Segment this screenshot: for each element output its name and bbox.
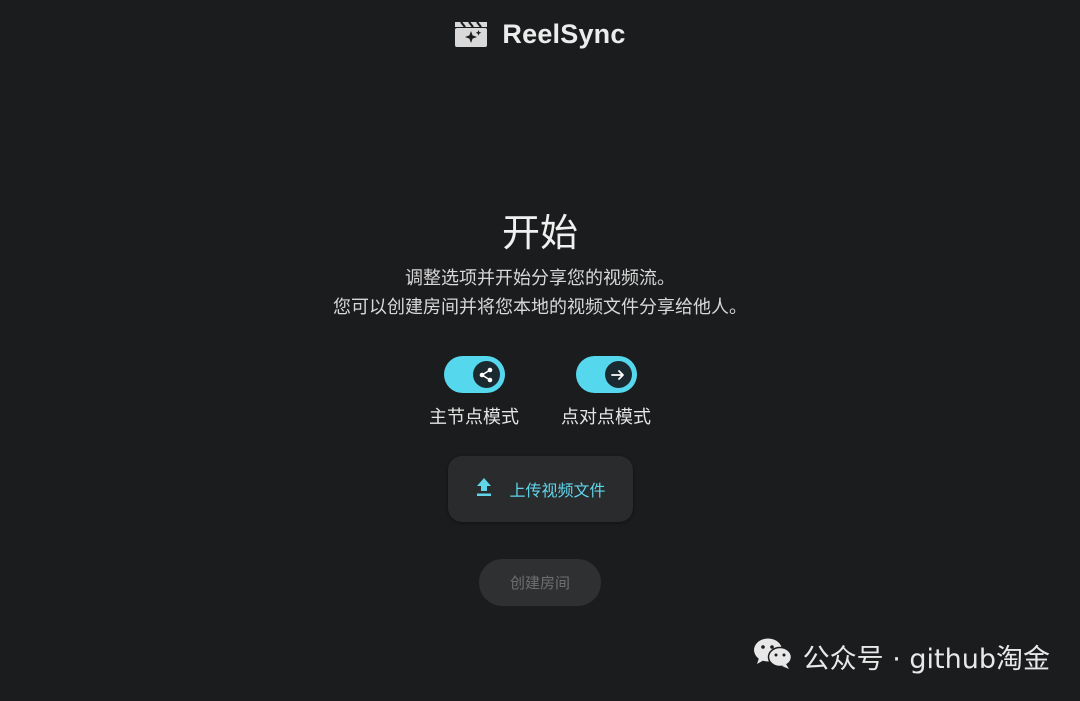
primary-node-mode-label: 主节点模式	[429, 407, 519, 428]
description-line-2: 您可以创建房间并将您本地的视频文件分享给他人。	[333, 297, 747, 318]
wechat-icon	[753, 636, 793, 677]
app-title: ReelSync	[502, 18, 626, 49]
page-title: 开始	[501, 211, 578, 255]
description-line-1: 调整选项并开始分享您的视频流。	[405, 268, 675, 289]
upload-video-label: 上传视频文件	[509, 481, 606, 500]
watermark: 公众号 · github淘金	[753, 636, 1050, 677]
peer-to-peer-mode-toggle[interactable]	[575, 356, 637, 393]
peer-to-peer-mode-label: 点对点模式	[561, 407, 651, 428]
peer-to-peer-mode: 点对点模式	[536, 356, 676, 429]
share-icon	[472, 361, 500, 388]
clapperboard-sparkle-icon	[454, 20, 488, 48]
upload-video-button[interactable]: 上传视频文件	[448, 456, 633, 522]
primary-node-mode: 主节点模式	[404, 356, 544, 429]
upload-icon	[475, 477, 493, 501]
create-room-button[interactable]: 创建房间	[479, 559, 601, 606]
primary-node-mode-toggle[interactable]	[443, 356, 505, 393]
watermark-text: 公众号 · github淘金	[802, 644, 1050, 675]
arrow-right-icon	[604, 361, 632, 388]
app-header: ReelSync	[0, 14, 1080, 54]
app-root: ReelSync 开始 调整选项并开始分享您的视频流。 您可以创建房间并将您本地…	[0, 0, 1080, 701]
